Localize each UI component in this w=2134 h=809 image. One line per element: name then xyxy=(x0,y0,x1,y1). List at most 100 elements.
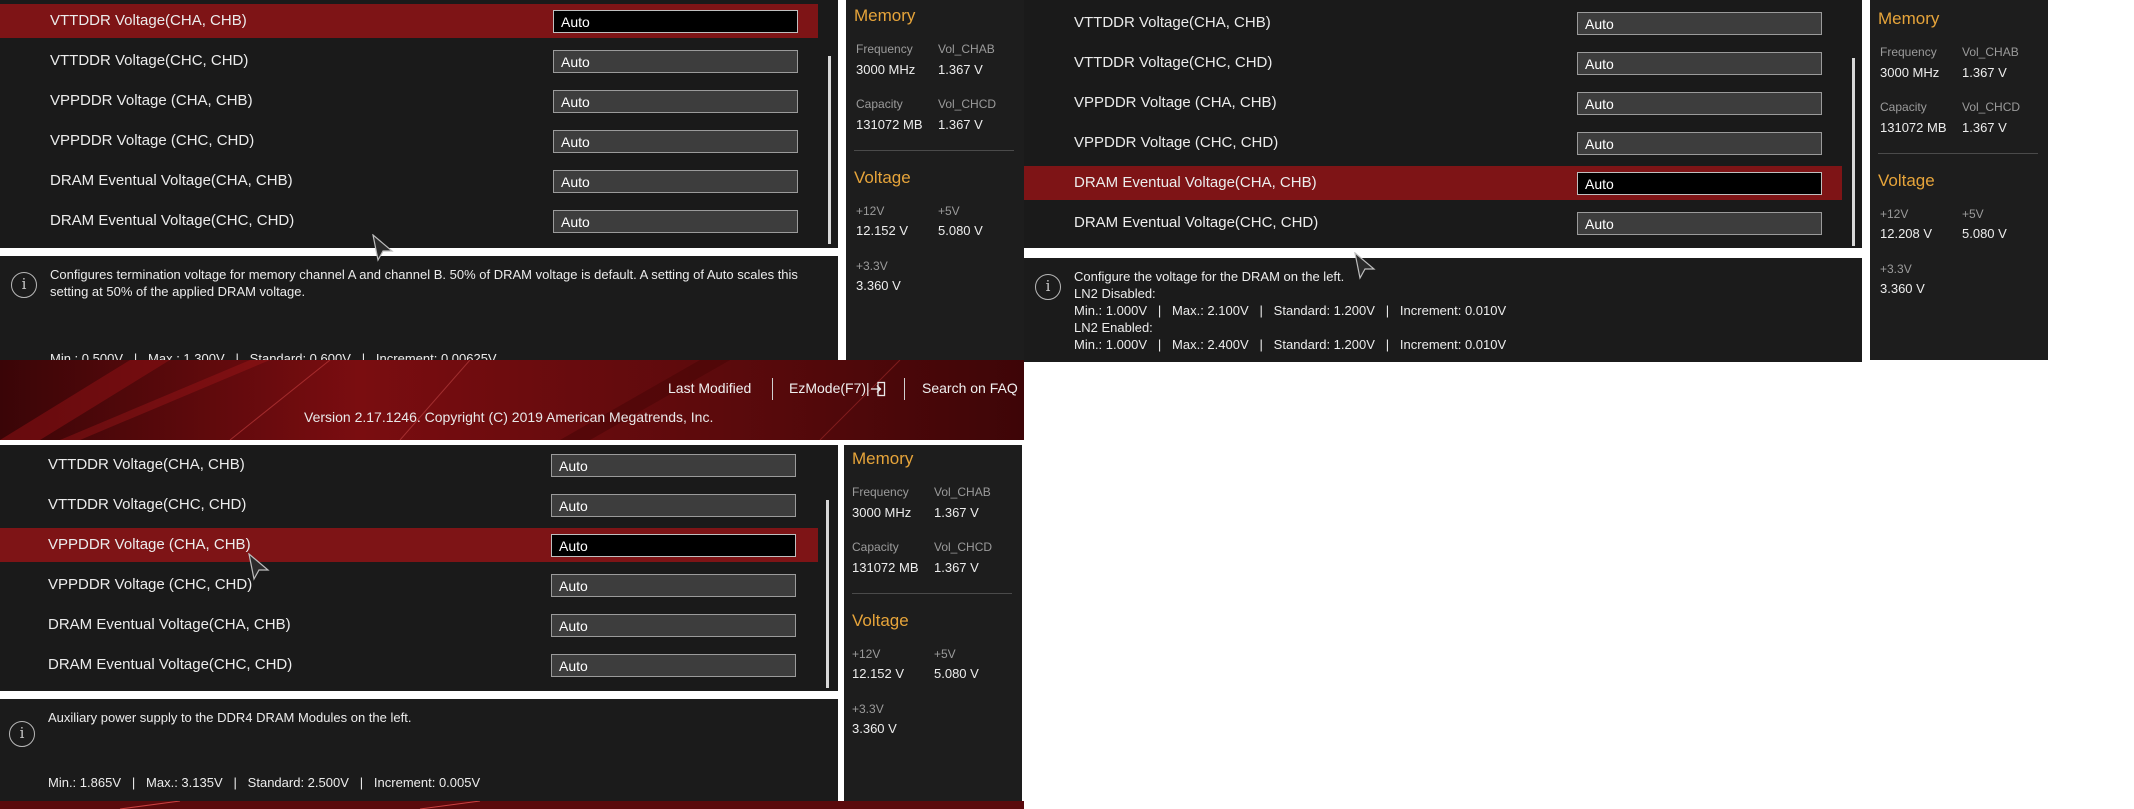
setting-row-vttddr-chab[interactable]: VTTDDR Voltage(CHA, CHB) Auto xyxy=(0,448,818,482)
capacity-label: Capacity xyxy=(856,97,903,111)
setting-row-vttddr-chcd[interactable]: VTTDDR Voltage(CHC, CHD) Auto xyxy=(0,488,818,522)
frequency-value: 3000 MHz xyxy=(852,505,912,520)
v5-label: +5V xyxy=(934,647,956,661)
setting-row-vppddr-chcd[interactable]: VPPDDR Voltage (CHC, CHD) Auto xyxy=(0,568,818,602)
info-icon: i xyxy=(1035,274,1061,300)
setting-value-field[interactable]: Auto xyxy=(553,50,798,73)
bios-panel-dram-eventual-chab: VTTDDR Voltage(CHA, CHB) Auto VTTDDR Vol… xyxy=(1024,0,2048,362)
info-icon: i xyxy=(11,272,37,298)
v33-label: +3.3V xyxy=(856,259,888,273)
v5-value: 5.080 V xyxy=(938,223,983,238)
setting-value-field[interactable]: Auto xyxy=(1577,132,1822,155)
setting-value-field[interactable]: Auto xyxy=(553,210,798,233)
v12-value: 12.152 V xyxy=(852,666,905,681)
bios-panel-vppddr-chab: VTTDDR Voltage(CHA, CHB) Auto VTTDDR Vol… xyxy=(0,445,1024,809)
voltage-heading: Voltage xyxy=(1878,171,1935,190)
setting-label: VPPDDR Voltage (CHC, CHD) xyxy=(50,132,255,149)
ln2-enabled-label: LN2 Enabled: xyxy=(1074,320,1153,335)
setting-row-vppddr-chab[interactable]: VPPDDR Voltage (CHA, CHB) Auto xyxy=(1024,86,1842,120)
bios-panel-vttddr-chab: VTTDDR Voltage(CHA, CHB) Auto VTTDDR Vol… xyxy=(0,0,1024,366)
setting-row-dram-eventual-chab[interactable]: DRAM Eventual Voltage(CHA, CHB) Auto xyxy=(0,164,818,198)
setting-row-vppddr-chab[interactable]: VPPDDR Voltage (CHA, CHB) Auto xyxy=(0,84,818,118)
footer-decoration xyxy=(0,801,1024,809)
setting-value-field[interactable]: Auto xyxy=(551,654,796,677)
info-icon: i xyxy=(9,721,35,747)
setting-value-field[interactable]: Auto xyxy=(551,614,796,637)
setting-row-dram-eventual-chcd[interactable]: DRAM Eventual Voltage(CHC, CHD) Auto xyxy=(0,648,818,682)
last-modified-button[interactable]: Last Modified xyxy=(668,380,751,396)
setting-row-dram-eventual-chab[interactable]: DRAM Eventual Voltage(CHA, CHB) Auto xyxy=(0,608,818,642)
setting-value-field[interactable]: Auto xyxy=(551,454,796,477)
setting-label: VTTDDR Voltage(CHA, CHB) xyxy=(50,12,247,29)
frequency-value: 3000 MHz xyxy=(856,62,916,77)
v12-label: +12V xyxy=(1880,207,1909,221)
setting-label: VTTDDR Voltage(CHC, CHD) xyxy=(1074,54,1273,71)
v12-value: 12.208 V xyxy=(1880,226,1933,241)
mouse-cursor-icon xyxy=(248,553,270,581)
setting-value-field[interactable]: Auto xyxy=(1577,212,1822,235)
hardware-monitor: Memory Frequency Vol_CHAB 3000 MHz 1.367… xyxy=(1870,0,2048,360)
setting-label: VPPDDR Voltage (CHA, CHB) xyxy=(50,92,253,109)
capacity-value: 131072 MB xyxy=(852,560,919,575)
setting-value-field[interactable]: Auto xyxy=(551,494,796,517)
scrollbar[interactable] xyxy=(826,500,829,688)
scrollbar[interactable] xyxy=(828,56,831,244)
setting-label: VTTDDR Voltage(CHC, CHD) xyxy=(50,52,249,69)
setting-row-dram-eventual-chcd[interactable]: DRAM Eventual Voltage(CHC, CHD) Auto xyxy=(0,204,818,238)
setting-label: VPPDDR Voltage (CHA, CHB) xyxy=(1074,94,1277,111)
setting-value-field[interactable]: Auto xyxy=(551,574,796,597)
setting-label: VPPDDR Voltage (CHA, CHB) xyxy=(48,536,251,553)
setting-row-vppddr-chcd[interactable]: VPPDDR Voltage (CHC, CHD) Auto xyxy=(1024,126,1842,160)
setting-value-field[interactable]: Auto xyxy=(1577,172,1822,195)
setting-value-field[interactable]: Auto xyxy=(1577,12,1822,35)
voltage-heading: Voltage xyxy=(852,611,909,630)
setting-value-field[interactable]: Auto xyxy=(553,130,798,153)
setting-row-vttddr-chcd[interactable]: VTTDDR Voltage(CHC, CHD) Auto xyxy=(0,44,818,78)
v12-label: +12V xyxy=(852,647,881,661)
setting-row-vttddr-chab[interactable]: VTTDDR Voltage(CHA, CHB) Auto xyxy=(0,4,818,38)
capacity-label: Capacity xyxy=(852,540,899,554)
setting-row-vppddr-chab[interactable]: VPPDDR Voltage (CHA, CHB) Auto xyxy=(0,528,818,562)
memory-heading: Memory xyxy=(854,6,916,25)
search-faq-button[interactable]: Search on FAQ xyxy=(922,380,1018,396)
vol-chcd-value: 1.367 V xyxy=(934,560,979,575)
setting-label: VPPDDR Voltage (CHC, CHD) xyxy=(48,576,253,593)
capacity-value: 131072 MB xyxy=(856,117,923,132)
exit-arrow-icon[interactable] xyxy=(870,381,886,397)
vol-chab-label: Vol_CHAB xyxy=(1962,45,2019,59)
frequency-value: 3000 MHz xyxy=(1880,65,1940,80)
v5-label: +5V xyxy=(938,204,960,218)
frequency-label: Frequency xyxy=(852,485,909,499)
setting-row-dram-eventual-chab[interactable]: DRAM Eventual Voltage(CHA, CHB) Auto xyxy=(1024,166,1842,200)
setting-row-vppddr-chcd[interactable]: VPPDDR Voltage (CHC, CHD) Auto xyxy=(0,124,818,158)
setting-label: VTTDDR Voltage(CHA, CHB) xyxy=(1074,14,1271,31)
setting-label: DRAM Eventual Voltage(CHA, CHB) xyxy=(1074,174,1317,191)
setting-value-field[interactable]: Auto xyxy=(1577,52,1822,75)
help-description: Configures termination voltage for memor… xyxy=(50,267,798,299)
setting-value-field[interactable]: Auto xyxy=(551,534,796,557)
help-description: Auxiliary power supply to the DDR4 DRAM … xyxy=(48,710,412,725)
setting-label: DRAM Eventual Voltage(CHC, CHD) xyxy=(48,656,293,673)
setting-row-dram-eventual-chcd[interactable]: DRAM Eventual Voltage(CHC, CHD) Auto xyxy=(1024,206,1842,240)
settings-list: VTTDDR Voltage(CHA, CHB) Auto VTTDDR Vol… xyxy=(1024,0,1862,248)
scrollbar[interactable] xyxy=(1852,58,1855,246)
setting-value-field[interactable]: Auto xyxy=(553,90,798,113)
footer-separator xyxy=(904,378,905,400)
setting-label: DRAM Eventual Voltage(CHA, CHB) xyxy=(50,172,293,189)
vol-chab-value: 1.367 V xyxy=(938,62,983,77)
voltage-heading: Voltage xyxy=(854,168,911,187)
mouse-cursor-icon xyxy=(1354,252,1376,280)
ezmode-button[interactable]: EzMode(F7)| xyxy=(789,380,870,396)
setting-row-vttddr-chab[interactable]: VTTDDR Voltage(CHA, CHB) Auto xyxy=(1024,6,1842,40)
v33-label: +3.3V xyxy=(852,702,884,716)
setting-value-field[interactable]: Auto xyxy=(553,170,798,193)
setting-label: DRAM Eventual Voltage(CHA, CHB) xyxy=(48,616,291,633)
setting-value-field[interactable]: Auto xyxy=(553,10,798,33)
footer-separator xyxy=(772,378,773,400)
setting-row-vttddr-chcd[interactable]: VTTDDR Voltage(CHC, CHD) Auto xyxy=(1024,46,1842,80)
setting-value-field[interactable]: Auto xyxy=(1577,92,1822,115)
memory-heading: Memory xyxy=(1878,9,1940,28)
vol-chab-label: Vol_CHAB xyxy=(938,42,995,56)
vol-chab-value: 1.367 V xyxy=(1962,65,2007,80)
frequency-label: Frequency xyxy=(1880,45,1937,59)
